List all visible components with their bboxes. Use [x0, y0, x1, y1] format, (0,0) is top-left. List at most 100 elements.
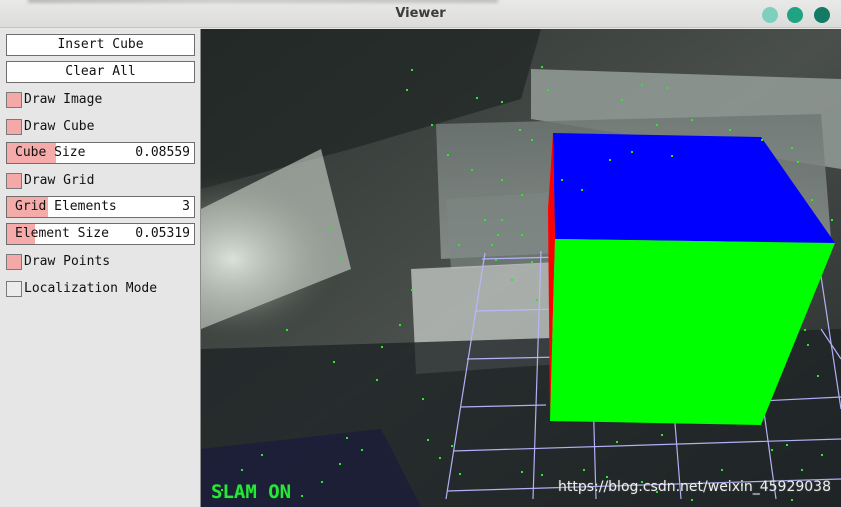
feature-point	[541, 66, 543, 68]
feature-point	[729, 129, 731, 131]
feature-point	[821, 454, 823, 456]
checkbox-box[interactable]	[6, 254, 22, 270]
cube-size-value: 0.08559	[135, 145, 190, 160]
checkbox-box[interactable]	[6, 173, 22, 189]
feature-point	[411, 289, 413, 291]
draw-grid-label: Draw Grid	[24, 173, 95, 188]
feature-point	[406, 89, 408, 91]
feature-point	[376, 379, 378, 381]
slam-status: SLAM ON	[211, 481, 292, 503]
cube-size-slider[interactable]: Cube Size 0.08559	[6, 142, 195, 164]
feature-point	[831, 219, 833, 221]
feature-point	[609, 159, 611, 161]
element-size-label: Element Size	[15, 226, 109, 241]
control-panel: Insert Cube Clear All Draw Image Draw Cu…	[0, 29, 201, 507]
feature-point	[484, 219, 486, 221]
feature-point	[411, 69, 413, 71]
feature-point	[399, 324, 401, 326]
feature-point	[807, 344, 809, 346]
feature-point	[801, 469, 803, 471]
feature-point	[583, 469, 585, 471]
minimize-button[interactable]	[762, 7, 778, 23]
feature-point	[671, 155, 673, 157]
localization-mode-checkbox[interactable]: Localization Mode	[6, 280, 196, 298]
maximize-button[interactable]	[787, 7, 803, 23]
blurred-text	[28, 0, 498, 3]
feature-point	[761, 139, 763, 141]
feature-point	[536, 299, 538, 301]
feature-point	[519, 129, 521, 131]
feature-point	[641, 84, 643, 86]
feature-point	[451, 445, 453, 447]
feature-point	[447, 154, 449, 156]
feature-point	[691, 499, 693, 501]
feature-point	[791, 147, 793, 149]
feature-point	[346, 437, 348, 439]
checkbox-box[interactable]	[6, 92, 22, 108]
feature-point	[427, 439, 429, 441]
feature-point	[286, 329, 288, 331]
feature-point	[261, 454, 263, 456]
feature-point	[439, 457, 441, 459]
element-size-value: 0.05319	[135, 226, 190, 241]
feature-point	[804, 329, 806, 331]
title-bar[interactable]: Viewer	[0, 0, 841, 28]
feature-point	[511, 279, 513, 281]
feature-point	[786, 444, 788, 446]
feature-point	[431, 124, 433, 126]
feature-point	[521, 234, 523, 236]
checkbox-box[interactable]	[6, 119, 22, 135]
feature-point	[501, 219, 503, 221]
feature-point	[501, 179, 503, 181]
feature-point	[471, 169, 473, 171]
window-title: Viewer	[395, 6, 446, 21]
feature-point	[330, 227, 332, 229]
feature-point	[476, 97, 478, 99]
draw-cube-checkbox[interactable]: Draw Cube	[6, 118, 196, 136]
clear-all-button[interactable]: Clear All	[6, 61, 195, 83]
feature-point	[459, 473, 461, 475]
close-button[interactable]	[814, 7, 830, 23]
draw-points-checkbox[interactable]: Draw Points	[6, 253, 196, 271]
feature-point	[691, 119, 693, 121]
feature-point	[581, 189, 583, 191]
feature-point	[547, 89, 549, 91]
feature-point	[817, 375, 819, 377]
grid-elements-slider[interactable]: Grid Elements 3	[6, 196, 195, 218]
draw-grid-checkbox[interactable]: Draw Grid	[6, 172, 196, 190]
feature-point	[631, 151, 633, 153]
feature-point	[616, 441, 618, 443]
feature-point	[497, 234, 499, 236]
feature-point	[339, 463, 341, 465]
grid-elements-value: 3	[182, 199, 190, 214]
feature-point	[521, 194, 523, 196]
feature-point	[381, 346, 383, 348]
draw-points-label: Draw Points	[24, 254, 111, 269]
feature-point	[561, 179, 563, 181]
feature-point	[666, 87, 668, 89]
feature-point	[501, 101, 503, 103]
3d-viewport[interactable]: SLAM ON https://blog.csdn.net/weixin_459…	[201, 29, 841, 507]
checkbox-box[interactable]	[6, 281, 22, 297]
feature-point	[811, 199, 813, 201]
feature-point	[241, 469, 243, 471]
cube-size-label: Cube Size	[15, 145, 86, 160]
feature-point	[333, 361, 335, 363]
localization-mode-label: Localization Mode	[24, 281, 158, 296]
grid-elements-label: Grid Elements	[15, 199, 117, 214]
draw-cube-label: Draw Cube	[24, 119, 95, 134]
draw-image-checkbox[interactable]: Draw Image	[6, 91, 196, 109]
feature-point	[791, 499, 793, 501]
feature-point	[491, 244, 493, 246]
feature-point	[656, 124, 658, 126]
feature-point	[541, 474, 543, 476]
feature-point	[531, 139, 533, 141]
feature-point	[797, 161, 799, 163]
insert-cube-button[interactable]: Insert Cube	[6, 34, 195, 56]
feature-point	[361, 449, 363, 451]
feature-point	[771, 449, 773, 451]
element-size-slider[interactable]: Element Size 0.05319	[6, 223, 195, 245]
feature-point	[339, 257, 341, 259]
watermark: https://blog.csdn.net/weixin_45929038	[557, 479, 831, 495]
feature-point	[606, 476, 608, 478]
